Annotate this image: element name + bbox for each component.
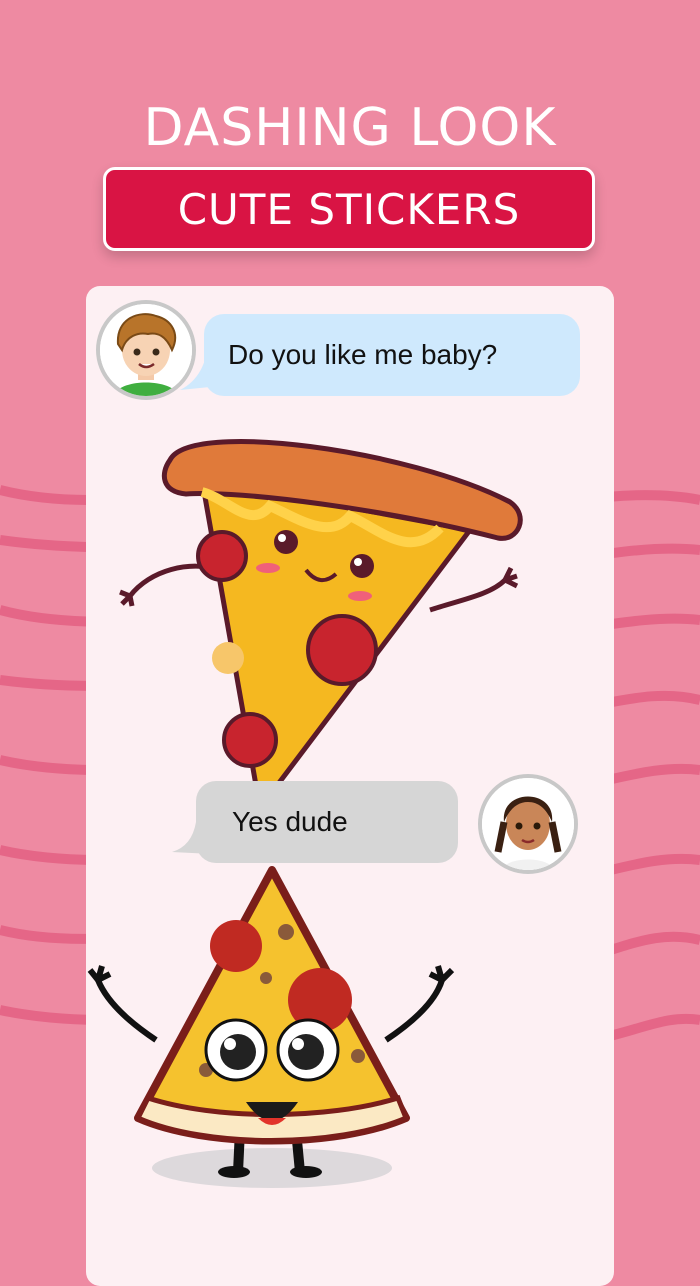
incoming-message-bubble[interactable]: Do you like me baby? xyxy=(204,314,580,396)
outgoing-message-bubble[interactable]: Yes dude xyxy=(196,781,458,863)
headline-title: DASHING LOOK xyxy=(143,98,557,158)
pizza-slice-sticker[interactable] xyxy=(110,420,530,820)
pizza-slice-sticker[interactable] xyxy=(86,860,466,1200)
girl-avatar-icon xyxy=(478,774,578,874)
cute-stickers-banner[interactable]: CUTE STICKERS xyxy=(103,167,595,251)
